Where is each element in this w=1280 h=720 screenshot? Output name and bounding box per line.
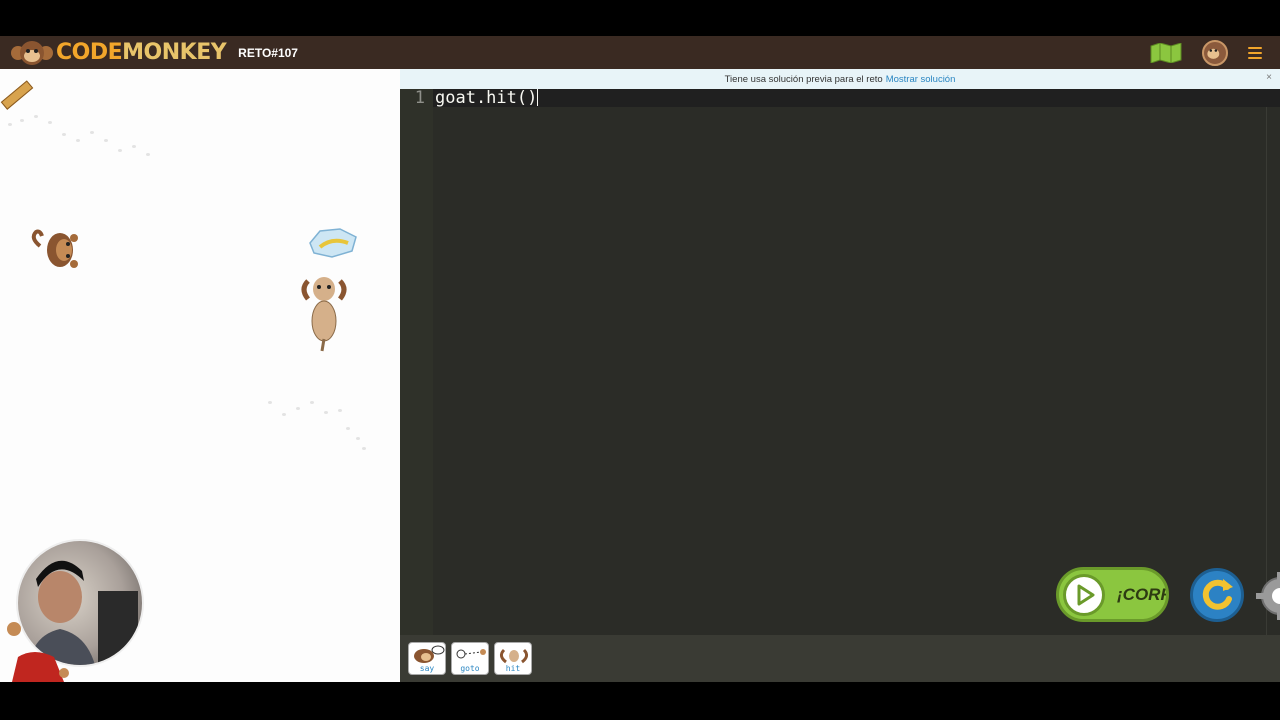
say-command-button[interactable]: say [408, 642, 446, 675]
top-navigation-bar: CODEMONKEY RETO#107 [0, 36, 1280, 69]
codemonkey-logo[interactable]: CODEMONKEY [10, 36, 227, 69]
monkey-character-icon [31, 229, 78, 268]
code-line[interactable]: goat.hit() [435, 88, 539, 108]
footprint-track [356, 437, 360, 440]
goto-icon [456, 649, 486, 659]
avatar-icon[interactable] [1202, 39, 1228, 66]
monkey-logo-icon [11, 40, 53, 65]
text-cursor [537, 89, 539, 106]
code-text: goat.hit() [435, 88, 538, 108]
footprint-track [104, 139, 108, 142]
active-line-highlight [433, 89, 1280, 107]
footprint-track [118, 149, 122, 152]
footprint-track [62, 133, 66, 136]
vertical-scrollbar[interactable] [1266, 107, 1280, 635]
goto-command-button[interactable]: goto [451, 642, 489, 675]
goat-character-icon [301, 277, 347, 352]
run-button[interactable]: ¡CORRER [1056, 567, 1169, 622]
line-number-gutter: 1 [400, 89, 433, 635]
footprint-track [76, 139, 80, 142]
notice-text: Tiene usa solución previa para el reto [724, 73, 883, 85]
play-icon [1063, 574, 1105, 616]
footprint-track [282, 413, 286, 416]
monkey-mascot-icon [7, 622, 69, 682]
close-icon[interactable]: × [1266, 72, 1272, 83]
footprint-track [362, 447, 366, 450]
previous-solution-notice: Tiene usa solución previa para el reto M… [400, 69, 1280, 89]
monkey-face-icon [1207, 48, 1220, 59]
footprint-track [296, 407, 300, 410]
goto-label: goto [460, 664, 480, 673]
hit-icon [499, 648, 529, 664]
reset-icon [1202, 579, 1233, 610]
footprint-track [90, 131, 94, 134]
say-label: say [419, 664, 435, 673]
settings-button[interactable] [1253, 570, 1280, 622]
footprint-track [132, 145, 136, 148]
footprint-track [346, 427, 350, 430]
footprint-track [8, 123, 12, 126]
footprint-track [48, 121, 52, 124]
hit-command-button[interactable]: hit [494, 642, 532, 675]
footprint-track [268, 401, 272, 404]
gear-icon [1256, 572, 1280, 620]
footprint-track [310, 401, 314, 404]
footprint-track [324, 411, 328, 414]
banana-ice-block-icon [309, 228, 357, 258]
map-icon[interactable] [1150, 42, 1182, 63]
line-number: 1 [414, 88, 425, 108]
reset-button[interactable] [1190, 568, 1244, 622]
show-solution-link[interactable]: Mostrar solución [886, 74, 956, 85]
challenge-number: RETO#107 [238, 45, 298, 60]
video-letterbox-top [0, 0, 1280, 36]
play-triangle-icon [1077, 584, 1095, 606]
hit-label: hit [505, 664, 521, 673]
command-toolbox: say goto hit [400, 635, 1280, 682]
game-stage [0, 69, 400, 682]
footprint-track [338, 409, 342, 412]
logo-wordmark: CODEMONKEY [56, 40, 227, 65]
header-actions [1150, 36, 1280, 69]
run-label: ¡CORRER [1117, 585, 1166, 604]
footprint-track [146, 153, 150, 156]
footprint-track [34, 115, 38, 118]
hamburger-menu-icon[interactable] [1248, 46, 1262, 59]
code-editor[interactable]: 1 goat.hit() [400, 89, 1280, 635]
video-letterbox-bottom [0, 682, 1280, 720]
say-icon [414, 645, 445, 663]
ruler-tool-icon[interactable] [0, 80, 34, 110]
footprint-track [20, 119, 24, 122]
